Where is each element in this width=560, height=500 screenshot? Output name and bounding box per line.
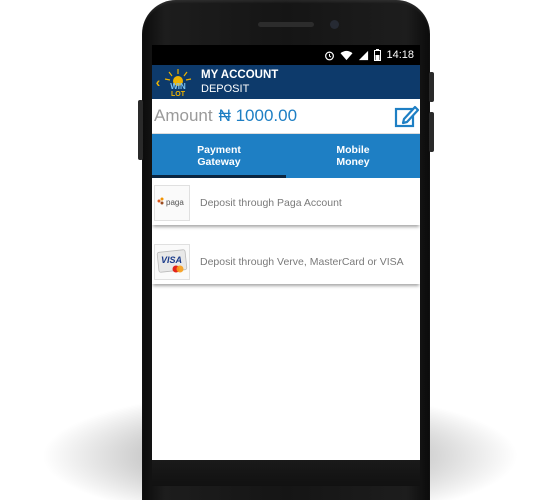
svg-text:WIN: WIN: [170, 82, 186, 91]
back-arrow-icon[interactable]: ‹: [153, 74, 163, 90]
phone-camera: [330, 20, 339, 29]
amount-value: ₦ 1000.00: [218, 106, 298, 125]
alarm-icon: [325, 51, 335, 60]
phone-bottom-bezel: [152, 460, 420, 486]
tab-bar: Payment Gateway Mobile Money: [152, 134, 420, 178]
page-title: MY ACCOUNT: [201, 69, 279, 81]
tab-label: Payment: [197, 144, 241, 156]
wifi-icon: [341, 50, 353, 60]
phone-speaker: [258, 22, 314, 27]
signal-icon: [359, 50, 369, 60]
phone-power-button: [429, 72, 434, 102]
tab-label: Mobile: [336, 144, 370, 156]
deposit-option-label: Deposit through Verve, MasterCard or VIS…: [200, 255, 404, 268]
visa-card-icon: VISA: [154, 243, 190, 280]
amount-field: Amount ₦ 1000.00: [152, 99, 420, 134]
app-bar: ‹ WIN LOT MY ACCOUNT DEPOSIT: [152, 65, 420, 99]
phone-volume-button: [429, 112, 434, 152]
page-subtitle: DEPOSIT: [201, 83, 250, 95]
tab-mobile-money[interactable]: Mobile Money: [286, 134, 420, 178]
svg-text:VISA: VISA: [161, 255, 182, 265]
paga-logo-icon: paga: [154, 184, 190, 221]
deposit-options-list: paga Deposit through Paga Account VISA D…: [152, 178, 420, 284]
deposit-option-card[interactable]: VISA Deposit through Verve, MasterCard o…: [152, 239, 420, 284]
deposit-option-label: Deposit through Paga Account: [200, 196, 342, 209]
tab-label: Gateway: [197, 156, 241, 168]
phone-screen: 14:18 ‹ WIN LOT MY ACCOUNT DEPOSIT Amoun…: [152, 45, 420, 465]
edit-amount-button[interactable]: [394, 103, 420, 129]
battery-icon: [374, 49, 382, 61]
status-time: 14:18: [386, 49, 414, 61]
app-logo[interactable]: WIN LOT: [163, 67, 193, 98]
deposit-option-paga[interactable]: paga Deposit through Paga Account: [152, 180, 420, 225]
svg-text:paga: paga: [166, 198, 184, 207]
tab-label: Money: [336, 156, 370, 168]
amount-label: Amount: [154, 106, 213, 125]
status-bar: 14:18: [152, 45, 420, 65]
phone-side-button: [138, 100, 143, 160]
tab-payment-gateway[interactable]: Payment Gateway: [152, 134, 286, 178]
svg-text:LOT: LOT: [171, 91, 186, 97]
edit-icon: [394, 105, 420, 128]
